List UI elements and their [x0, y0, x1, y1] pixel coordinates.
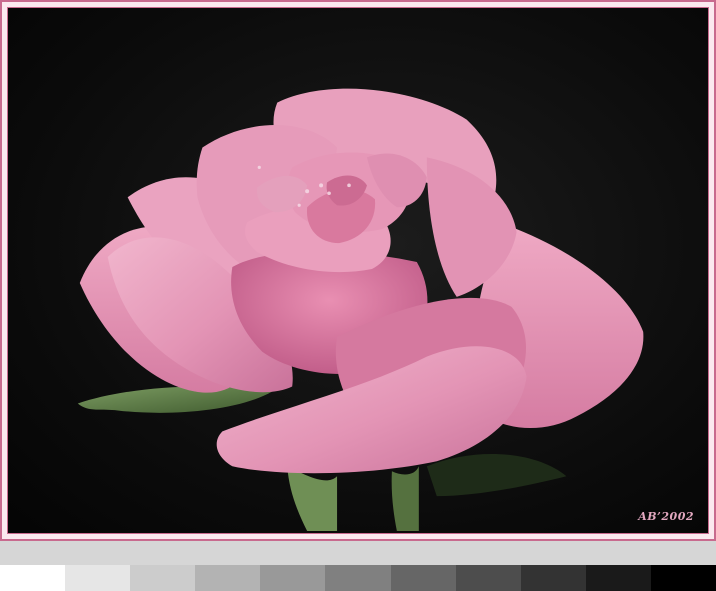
gray-swatch — [130, 565, 196, 591]
gray-swatch — [260, 565, 326, 591]
gray-swatch — [520, 565, 586, 591]
picture-frame: AB’2002 — [0, 0, 716, 541]
photo-area: AB’2002 — [7, 7, 709, 534]
grayscale-strip — [0, 541, 716, 591]
gray-swatch — [650, 565, 716, 591]
gray-swatch — [195, 565, 261, 591]
gray-swatch — [325, 565, 391, 591]
gray-swatch — [390, 565, 456, 591]
gray-swatch — [455, 565, 521, 591]
gray-swatch — [585, 565, 651, 591]
rose-photo — [8, 8, 708, 533]
gray-swatch — [65, 565, 131, 591]
gray-swatch — [0, 565, 66, 591]
grayscale-swatches — [0, 565, 716, 591]
photographer-signature: AB’2002 — [638, 510, 694, 523]
